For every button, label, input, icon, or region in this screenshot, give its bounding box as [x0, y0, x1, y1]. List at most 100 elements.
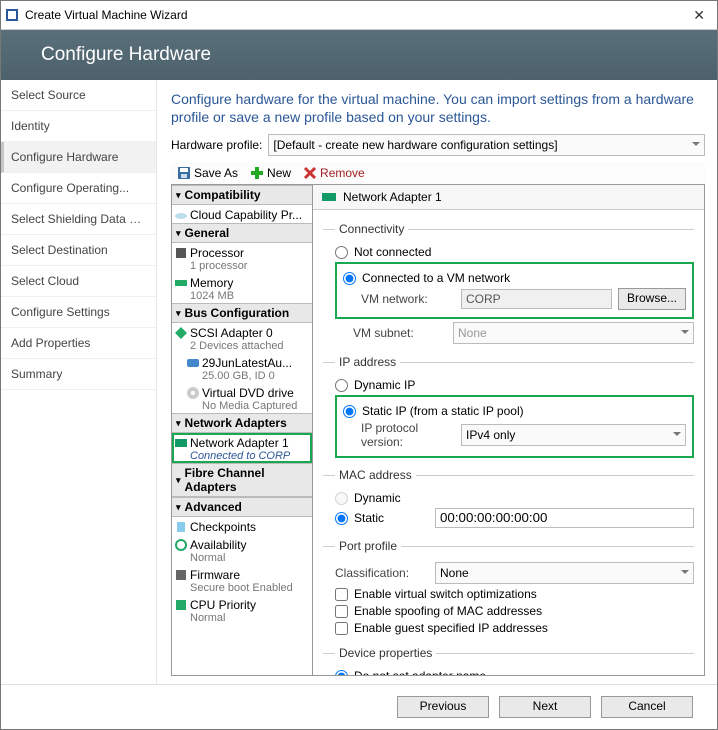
cloud-capability-label: Cloud Capability Pr...	[190, 208, 308, 222]
radio-connected-input[interactable]	[343, 272, 356, 285]
step-add-properties[interactable]: Add Properties	[1, 328, 156, 359]
network-label: Network Adapters	[185, 416, 287, 430]
memory-sub: 1024 MB	[190, 290, 308, 302]
classification-select[interactable]: None	[435, 562, 694, 584]
tree-dvd[interactable]: Virtual DVD drive No Media Captured	[172, 383, 312, 413]
radio-static-ip[interactable]: Static IP (from a static IP pool)	[343, 404, 686, 418]
check-mac-spoof-input[interactable]	[335, 605, 348, 618]
tree-availability[interactable]: Availability Normal	[172, 535, 312, 565]
step-configure-hardware[interactable]: Configure Hardware	[1, 142, 156, 173]
mac-static-label: Static	[354, 511, 384, 525]
vm-subnet-value: None	[458, 326, 487, 340]
save-as-label: Save As	[194, 166, 238, 180]
availability-label: Availability	[190, 538, 308, 552]
radio-mac-static-input[interactable]	[335, 512, 348, 525]
radio-no-adapter-name-input[interactable]	[335, 670, 348, 675]
tree-cpu-priority[interactable]: CPU Priority Normal	[172, 595, 312, 625]
availability-icon	[174, 538, 188, 552]
cancel-button[interactable]: Cancel	[601, 696, 693, 718]
tree-scsi[interactable]: SCSI Adapter 0 2 Devices attached	[172, 323, 312, 353]
next-button[interactable]: Next	[499, 696, 591, 718]
hardware-profile-label: Hardware profile:	[171, 138, 262, 152]
tree-processor[interactable]: Processor 1 processor	[172, 243, 312, 273]
detail-pane: Network Adapter 1 Connectivity Not conne…	[313, 185, 704, 675]
new-button[interactable]: New	[246, 165, 295, 181]
device-legend: Device properties	[335, 646, 436, 660]
mac-address-input[interactable]	[435, 508, 694, 528]
step-configure-settings[interactable]: Configure Settings	[1, 297, 156, 328]
ip-protocol-value: IPv4 only	[466, 428, 515, 442]
firmware-icon	[174, 568, 188, 582]
radio-static-ip-input[interactable]	[343, 405, 356, 418]
titlebar: Create Virtual Machine Wizard ✕	[1, 1, 717, 30]
intro-text: Configure hardware for the virtual machi…	[171, 90, 705, 126]
radio-no-adapter-name[interactable]: Do not set adapter name	[335, 669, 694, 675]
step-summary[interactable]: Summary	[1, 359, 156, 390]
tree-header-advanced[interactable]: ▾Advanced	[172, 497, 312, 517]
tree-disk[interactable]: 29JunLatestAu... 25.00 GB, ID 0	[172, 353, 312, 383]
nic-icon	[174, 436, 188, 450]
check-vswitch-opt[interactable]: Enable virtual switch optimizations	[335, 587, 694, 601]
memory-icon	[174, 276, 188, 290]
tree-network-adapter-1[interactable]: Network Adapter 1 Connected to CORP	[172, 433, 312, 463]
bus-label: Bus Configuration	[185, 306, 290, 320]
check-guest-ip-input[interactable]	[335, 622, 348, 635]
remove-button[interactable]: Remove	[299, 165, 369, 181]
availability-sub: Normal	[190, 552, 308, 564]
tree-firmware[interactable]: Firmware Secure boot Enabled	[172, 565, 312, 595]
tree-header-bus[interactable]: ▾Bus Configuration	[172, 303, 312, 323]
radio-mac-static[interactable]: Static	[335, 511, 435, 525]
ip-protocol-select[interactable]: IPv4 only	[461, 424, 686, 446]
tree-header-fc[interactable]: ▾Fibre Channel Adapters	[172, 463, 312, 497]
collapse-icon: ▾	[176, 502, 181, 513]
plus-icon	[250, 166, 264, 180]
step-select-destination[interactable]: Select Destination	[1, 235, 156, 266]
check-vswitch-opt-input[interactable]	[335, 588, 348, 601]
radio-not-connected[interactable]: Not connected	[335, 245, 694, 259]
step-configure-operating[interactable]: Configure Operating...	[1, 173, 156, 204]
connectivity-legend: Connectivity	[335, 222, 408, 236]
tree-header-general[interactable]: ▾General	[172, 223, 312, 243]
check-guest-ip[interactable]: Enable guest specified IP addresses	[335, 621, 694, 635]
tree-header-compatibility[interactable]: ▾Compatibility	[172, 185, 312, 205]
x-icon	[303, 166, 317, 180]
save-as-button[interactable]: Save As	[173, 165, 242, 181]
detail-header: Network Adapter 1	[313, 185, 704, 210]
vm-subnet-select: None	[453, 322, 694, 344]
vswitch-opt-label: Enable virtual switch optimizations	[354, 587, 537, 601]
wizard-steps: Select Source Identity Configure Hardwar…	[1, 80, 157, 684]
dynamic-ip-label: Dynamic IP	[354, 378, 415, 392]
nic-label: Network Adapter 1	[190, 436, 308, 450]
browse-button[interactable]: Browse...	[618, 288, 686, 310]
collapse-icon: ▾	[176, 228, 181, 239]
checkpoint-icon	[174, 520, 188, 534]
radio-dynamic-ip[interactable]: Dynamic IP	[335, 378, 694, 392]
vm-network-value: CORP	[461, 289, 612, 309]
tree-header-network[interactable]: ▾Network Adapters	[172, 413, 312, 433]
step-identity[interactable]: Identity	[1, 111, 156, 142]
check-mac-spoof[interactable]: Enable spoofing of MAC addresses	[335, 604, 694, 618]
radio-dynamic-ip-input[interactable]	[335, 379, 348, 392]
dialog-window: Create Virtual Machine Wizard ✕ Configur…	[0, 0, 718, 730]
tree-memory[interactable]: Memory 1024 MB	[172, 273, 312, 303]
previous-button[interactable]: Previous	[397, 696, 489, 718]
dvd-label: Virtual DVD drive	[202, 386, 308, 400]
radio-not-connected-input[interactable]	[335, 246, 348, 259]
step-select-source[interactable]: Select Source	[1, 80, 156, 111]
cpu-priority-icon	[174, 598, 188, 612]
not-connected-label: Not connected	[354, 245, 431, 259]
connected-label: Connected to a VM network	[362, 271, 510, 285]
static-ip-label: Static IP (from a static IP pool)	[362, 404, 524, 418]
radio-mac-dynamic: Dynamic	[335, 491, 694, 505]
mac-legend: MAC address	[335, 468, 416, 482]
tree-checkpoints[interactable]: Checkpoints	[172, 517, 312, 535]
step-shielding-data[interactable]: Select Shielding Data File	[1, 204, 156, 235]
step-select-cloud[interactable]: Select Cloud	[1, 266, 156, 297]
close-icon[interactable]: ✕	[685, 7, 713, 24]
scsi-label: SCSI Adapter 0	[190, 326, 308, 340]
radio-connected[interactable]: Connected to a VM network	[343, 271, 686, 285]
tree-cloud-capability[interactable]: Cloud Capability Pr...	[172, 205, 312, 223]
hardware-profile-select[interactable]: [Default - create new hardware configura…	[268, 134, 705, 156]
cpu-priority-label: CPU Priority	[190, 598, 308, 612]
mac-group: MAC address Dynamic Static	[323, 468, 694, 533]
